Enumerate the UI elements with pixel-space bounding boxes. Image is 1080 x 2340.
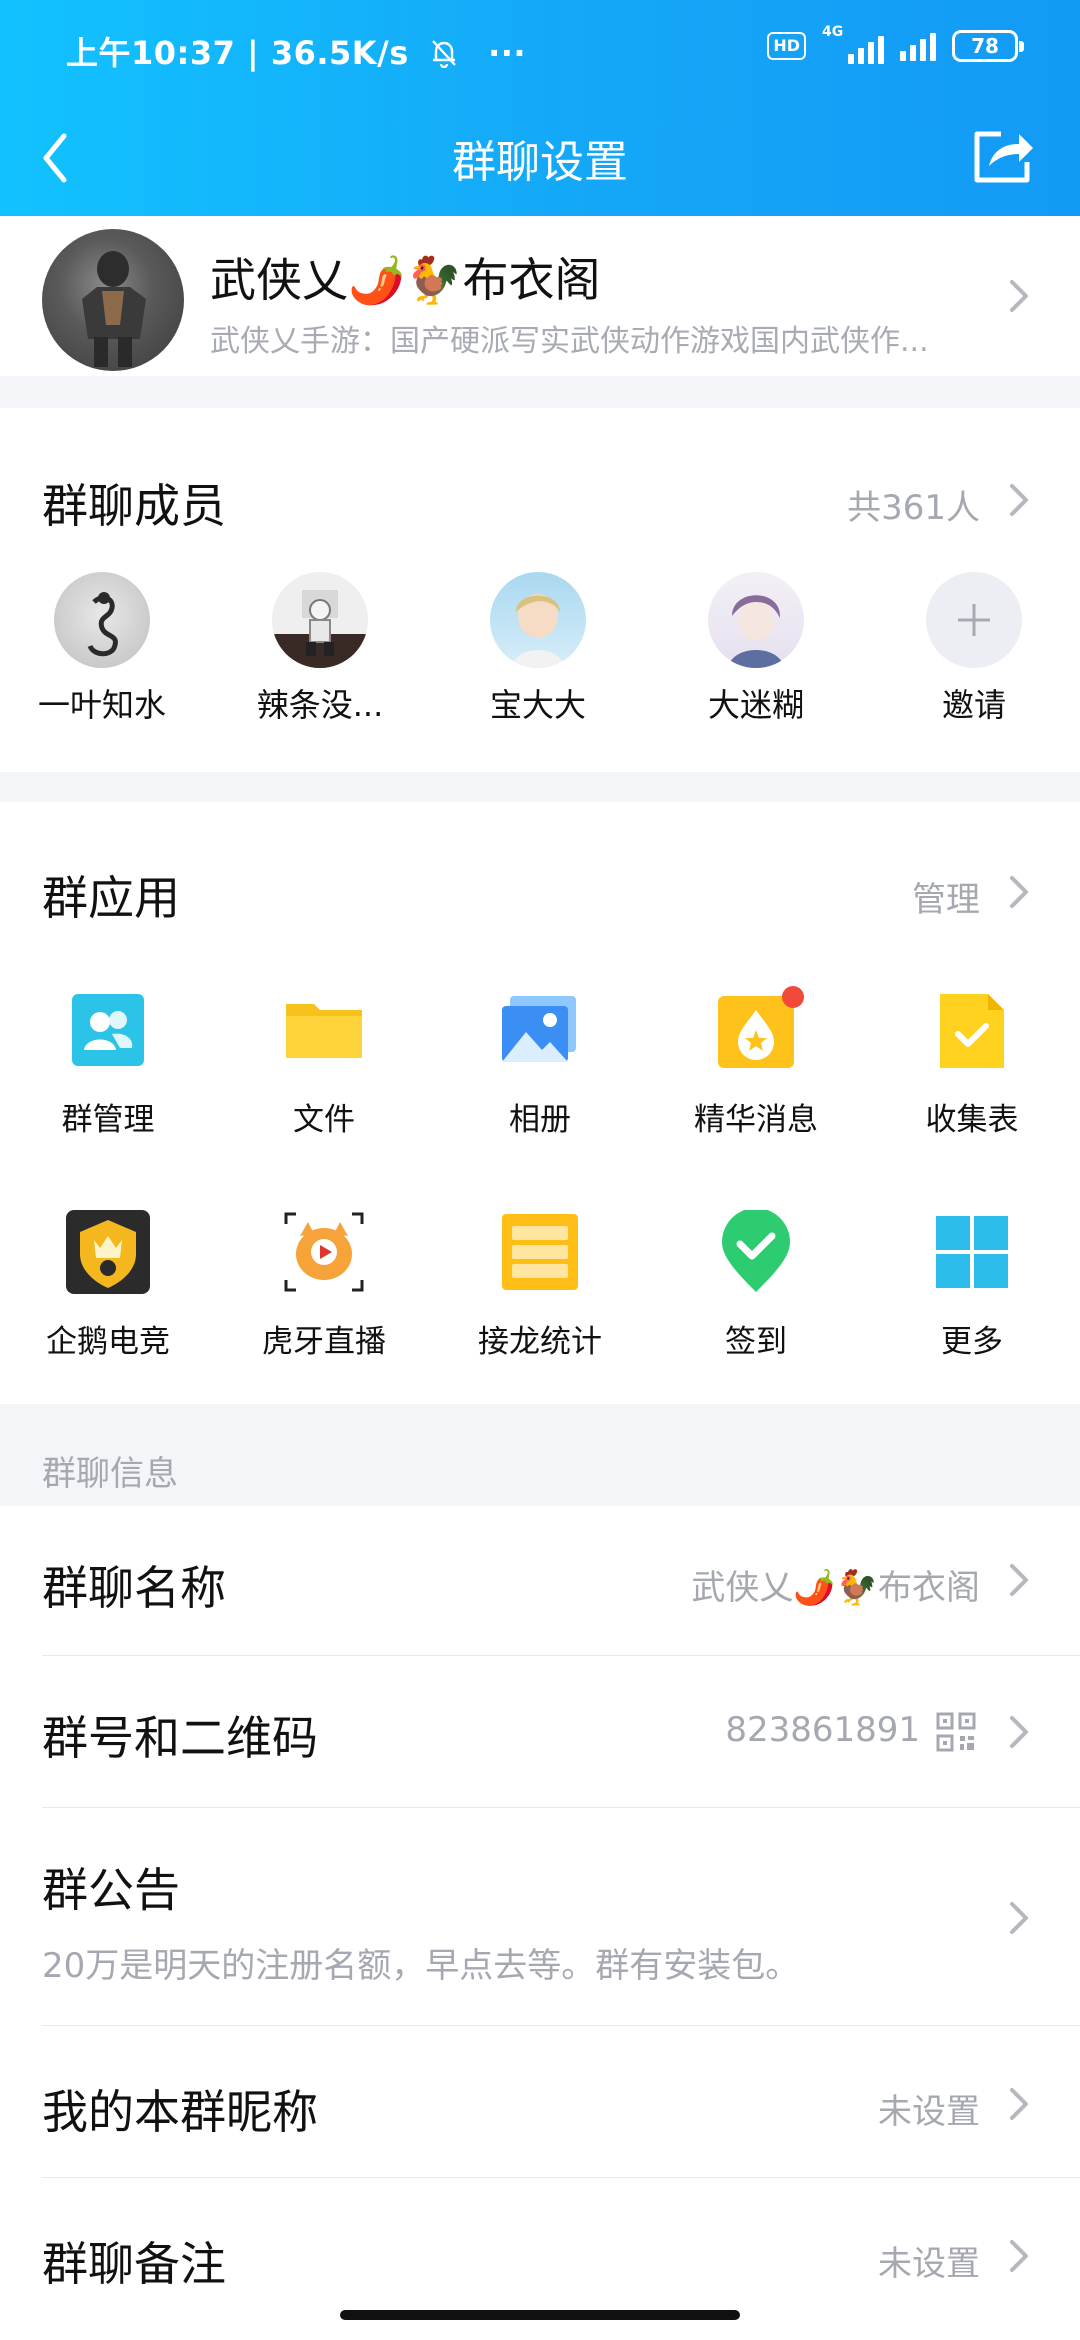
member-avatar — [272, 572, 368, 668]
invite-label: 邀请 — [941, 686, 1006, 724]
app-label: 虎牙直播 — [262, 1324, 386, 1360]
member-name: 辣条没... — [256, 686, 384, 724]
battery-icon: 78 — [952, 30, 1024, 62]
app-esports[interactable]: 企鹅电竞 — [8, 1210, 208, 1361]
group-info-section-label: 群聊信息 — [42, 1454, 178, 1494]
invite-button[interactable]: 邀请 — [874, 572, 1074, 726]
app-label: 签到 — [725, 1324, 787, 1360]
more-status-dots: ··· — [488, 34, 527, 72]
group-number: 823861891 — [725, 1710, 920, 1750]
app-more[interactable]: 更多 — [872, 1210, 1072, 1361]
app-group-manage[interactable]: 群管理 — [8, 988, 208, 1139]
member-item[interactable]: 一叶知水 — [2, 572, 202, 726]
huya-icon — [282, 1210, 366, 1294]
member-item[interactable]: 辣条没... — [220, 572, 420, 726]
group-apps-card: 群应用 管理 群管理 文件 相册 精华消息 收集表 企鹅电竞 虎牙直播 接龙统计… — [0, 802, 1080, 1404]
app-label: 精华消息 — [694, 1102, 818, 1138]
group-name: 武侠乂🌶️🐓布衣阁 — [210, 253, 601, 307]
member-name: 宝大大 — [489, 686, 586, 724]
red-dot-badge — [782, 986, 804, 1008]
app-label: 接龙统计 — [478, 1324, 602, 1360]
app-label: 更多 — [941, 1324, 1003, 1360]
row-title: 群号和二维码 — [42, 1711, 318, 1765]
group-manage-icon — [66, 988, 150, 1072]
member-item[interactable]: 大迷糊 — [656, 572, 856, 726]
row-value: 未设置 — [878, 2092, 980, 2132]
group-avatar — [42, 229, 184, 371]
app-files[interactable]: 文件 — [224, 988, 424, 1139]
bell-off-icon — [430, 38, 458, 76]
status-time-speed: 上午10:37 | 36.5K/s — [66, 34, 409, 72]
status-right: HD 4G 78 — [767, 24, 1024, 64]
essence-icon — [714, 986, 804, 1072]
album-icon — [498, 988, 582, 1072]
nav-bar: 群聊设置 — [0, 100, 1080, 216]
plus-icon — [926, 572, 1022, 668]
group-description: 武侠乂手游：国产硬派写实武侠动作游戏国内武侠作... — [210, 324, 929, 359]
folder-icon — [282, 988, 366, 1072]
row-group-number-qr[interactable]: 群号和二维码 823861891 — [0, 1656, 1080, 1808]
header: 上午10:37 | 36.5K/s ··· HD 4G 78 群聊设置 — [0, 0, 1080, 216]
group-profile-card[interactable]: 武侠乂🌶️🐓布衣阁 武侠乂手游：国产硬派写实武侠动作游戏国内武侠作... — [0, 216, 1080, 376]
row-announcement[interactable]: 群公告 20万是明天的注册名额，早点去等。群有安装包。 — [0, 1808, 1080, 2026]
page-title: 群聊设置 — [452, 137, 628, 188]
signal-4g-icon: 4G — [822, 24, 884, 64]
relay-icon — [498, 1210, 582, 1294]
apps-title: 群应用 — [42, 871, 180, 925]
more-grid-icon — [930, 1210, 1014, 1294]
chevron-right-icon — [1010, 1902, 1028, 1934]
row-value: 未设置 — [878, 2244, 980, 2284]
members-card: 群聊成员 共361人 一叶知水 辣条没... 宝大大 大迷糊 邀请 — [0, 408, 1080, 772]
network-type: 4G — [822, 24, 844, 40]
checkin-icon — [714, 1208, 798, 1294]
chevron-right-icon — [1010, 1564, 1028, 1596]
member-name: 一叶知水 — [37, 686, 166, 724]
apps-manage-link[interactable]: 管理 — [912, 872, 980, 921]
member-avatar — [490, 572, 586, 668]
app-label: 收集表 — [925, 1102, 1019, 1138]
app-label: 文件 — [293, 1102, 355, 1138]
esports-icon — [66, 1210, 150, 1294]
members-title: 群聊成员 — [42, 479, 226, 533]
chevron-right-icon — [1010, 1716, 1028, 1748]
app-essence[interactable]: 精华消息 — [656, 986, 856, 1139]
member-avatar — [708, 572, 804, 668]
row-title: 我的本群昵称 — [42, 2085, 318, 2139]
share-icon — [974, 131, 1033, 183]
member-item[interactable]: 宝大大 — [438, 572, 638, 726]
signal-icon — [900, 31, 936, 61]
row-title: 群聊名称 — [42, 1561, 226, 1615]
row-title: 群公告 — [42, 1863, 180, 1917]
chevron-right-icon — [1010, 280, 1028, 312]
chevron-right-icon[interactable] — [1008, 874, 1030, 910]
app-label: 相册 — [509, 1102, 571, 1138]
app-relay[interactable]: 接龙统计 — [440, 1210, 640, 1361]
share-button[interactable] — [964, 116, 1044, 196]
row-title: 群聊备注 — [42, 2237, 226, 2291]
row-my-nickname[interactable]: 我的本群昵称 未设置 — [0, 2026, 1080, 2178]
chevron-right-icon[interactable] — [1008, 482, 1030, 518]
app-album[interactable]: 相册 — [440, 988, 640, 1139]
app-huya[interactable]: 虎牙直播 — [224, 1210, 424, 1361]
app-label: 企鹅电竞 — [46, 1324, 170, 1360]
form-icon — [930, 988, 1014, 1072]
app-label: 群管理 — [61, 1102, 155, 1138]
chevron-right-icon — [1010, 2088, 1028, 2120]
app-form[interactable]: 收集表 — [872, 988, 1072, 1139]
member-name: 大迷糊 — [707, 686, 804, 724]
row-value: 武侠乂🌶️🐓布衣阁 — [691, 1568, 980, 1608]
status-left: 上午10:37 | 36.5K/s ··· — [66, 28, 526, 76]
qr-code-icon — [936, 1712, 976, 1752]
announcement-text: 20万是明天的注册名额，早点去等。群有安装包。 — [42, 1946, 800, 1986]
hd-badge: HD — [767, 32, 806, 60]
app-checkin[interactable]: 签到 — [656, 1208, 856, 1361]
status-bar: 上午10:37 | 36.5K/s ··· HD 4G 78 — [0, 0, 1080, 100]
chevron-right-icon — [1010, 2240, 1028, 2272]
row-group-name[interactable]: 群聊名称 武侠乂🌶️🐓布衣阁 — [0, 1506, 1080, 1656]
members-count[interactable]: 共361人 — [847, 480, 980, 529]
member-avatar — [54, 572, 150, 668]
home-indicator[interactable] — [340, 2310, 740, 2320]
